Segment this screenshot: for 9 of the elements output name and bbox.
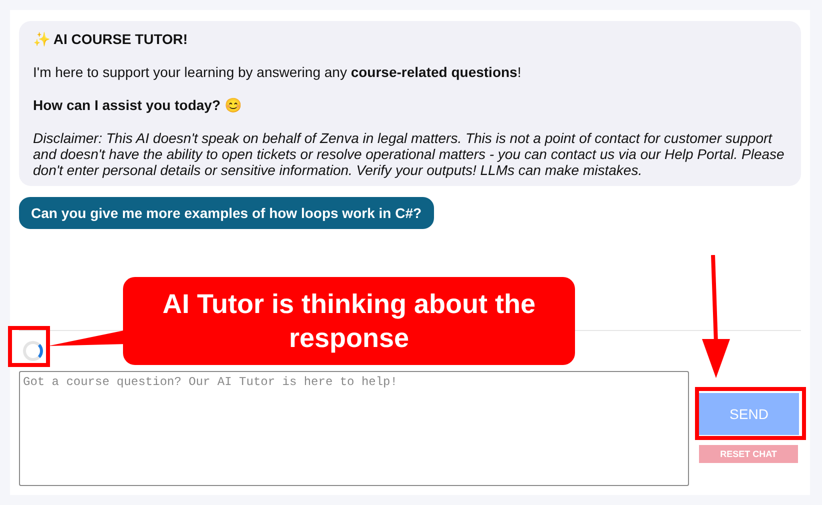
highlight-frame (8, 326, 50, 367)
tutor-title: ✨ AI COURSE TUTOR! (33, 31, 189, 47)
user-message: Can you give me more examples of how loops work in C#? (19, 197, 434, 229)
annotation-callout: AI Tutor is thinking about the response (123, 277, 575, 365)
intro-text: I'm here to support your learning by answering any course-related questions! (33, 64, 522, 80)
question-input[interactable]: Got a course question? Our AI Tutor is here to help! (19, 371, 689, 486)
disclaimer-text: Disclaimer: This AI doesn't speak on behalf of Zenva in legal matters. This is not a point of contact for customer support and doesn't have the ability to open tickets or resolve operational matters - you can contact us via our Help Portal. Please don't enter personal details or sensitive information. Verify your outputs! LLMs can make mistakes. (33, 130, 786, 178)
question-text: How can I assist you today? 😊 (33, 97, 242, 113)
arrow-icon (700, 255, 732, 380)
